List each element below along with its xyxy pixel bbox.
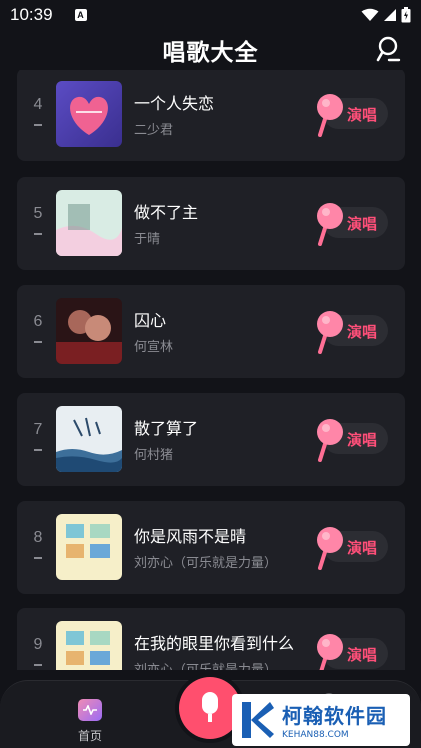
- album-cover: [56, 621, 122, 670]
- signal-icon: [384, 9, 396, 21]
- karaoke-mic-icon: [317, 311, 343, 354]
- song-card[interactable]: 4 一个人失恋 二少君 演唱: [17, 70, 405, 161]
- karaoke-mic-icon: [317, 527, 343, 570]
- song-artist: 刘亦心（可乐就是力量）: [134, 556, 278, 571]
- watermark-logo: 柯翰软件园 KEHAN88.COM: [232, 694, 410, 746]
- album-cover: [56, 190, 122, 256]
- status-time: 10:39: [10, 5, 53, 24]
- page-title: 唱歌大全: [162, 40, 259, 66]
- karaoke-mic-icon: [317, 634, 343, 670]
- song-title: 你是风雨不是晴: [134, 527, 247, 546]
- microphone-icon: [202, 692, 218, 722]
- rank-number: 5: [33, 205, 43, 222]
- status-icons: [361, 7, 411, 23]
- karaoke-mic-icon: [317, 94, 343, 137]
- song-title: 做不了主: [134, 203, 199, 222]
- song-card[interactable]: 8 你是风雨不是晴 刘亦心（可乐就是力量） 演唱: [17, 501, 405, 594]
- sing-label: 演唱: [347, 106, 378, 124]
- song-artist: 二少君: [134, 123, 174, 138]
- rank-dash: [34, 233, 42, 235]
- sing-label: 演唱: [347, 431, 378, 449]
- rank-dash: [34, 341, 42, 343]
- nav-home-label: 首页: [77, 729, 102, 743]
- rank-dash: [34, 557, 42, 559]
- album-cover: [56, 406, 122, 472]
- microphone-icon[interactable]: [375, 35, 403, 65]
- sing-label: 演唱: [347, 323, 378, 341]
- karaoke-mic-icon: [317, 203, 343, 246]
- battery-icon: [401, 7, 411, 23]
- song-card[interactable]: 9 在我的眼里你看到什么 刘亦心（可乐就是力量） 演唱: [17, 608, 405, 670]
- sing-label: 演唱: [347, 539, 378, 557]
- album-cover: [56, 81, 122, 147]
- sing-button[interactable]: 演唱: [317, 311, 388, 354]
- song-title: 在我的眼里你看到什么: [134, 634, 295, 653]
- watermark-url: KEHAN88.COM: [282, 730, 349, 740]
- sing-button[interactable]: 演唱: [317, 203, 388, 246]
- song-card[interactable]: 5 做不了主 于晴 演唱: [17, 177, 405, 270]
- song-title: 散了算了: [134, 419, 199, 438]
- rank-number: 9: [33, 636, 43, 653]
- sing-button[interactable]: 演唱: [317, 634, 388, 670]
- sing-label: 演唱: [347, 215, 378, 233]
- rank-dash: [34, 664, 42, 666]
- album-cover: [56, 514, 122, 580]
- sing-label: 演唱: [347, 646, 378, 664]
- sing-button[interactable]: 演唱: [317, 94, 388, 137]
- notification-icon: A: [74, 9, 87, 21]
- song-artist: 何村猪: [134, 448, 174, 463]
- song-card[interactable]: 6 囚心 何宣林 演唱: [17, 285, 405, 378]
- k-logo-icon: [242, 702, 274, 738]
- home-icon: [78, 699, 102, 721]
- status-bar: 10:39 A: [0, 0, 421, 30]
- rank-number: 7: [33, 421, 43, 438]
- album-cover: [56, 298, 122, 364]
- song-artist: 何宣林: [134, 340, 174, 355]
- rank-number: 8: [33, 529, 43, 546]
- sing-button[interactable]: 演唱: [317, 527, 388, 570]
- rank-dash: [34, 124, 42, 126]
- watermark-name: 柯翰软件园: [282, 704, 387, 728]
- app-header: 唱歌大全: [0, 30, 421, 70]
- karaoke-mic-icon: [317, 419, 343, 462]
- wifi-icon: [361, 8, 379, 21]
- rank-dash: [34, 449, 42, 451]
- song-artist: 刘亦心（可乐就是力量）: [134, 659, 277, 670]
- rank-number: 4: [33, 96, 43, 113]
- song-card[interactable]: 7 散了算了 何村猪 演唱: [17, 393, 405, 486]
- song-title: 囚心: [134, 311, 167, 330]
- sing-button[interactable]: 演唱: [317, 419, 388, 462]
- rank-number: 6: [33, 313, 43, 330]
- song-artist: 于晴: [134, 232, 161, 247]
- song-list[interactable]: 4 一个人失恋 二少君 演唱 5 做不了主 于晴 演唱 6 囚心 何宣林 演唱 …: [0, 70, 421, 670]
- song-title: 一个人失恋: [134, 94, 215, 113]
- nav-home[interactable]: 首页: [74, 699, 106, 744]
